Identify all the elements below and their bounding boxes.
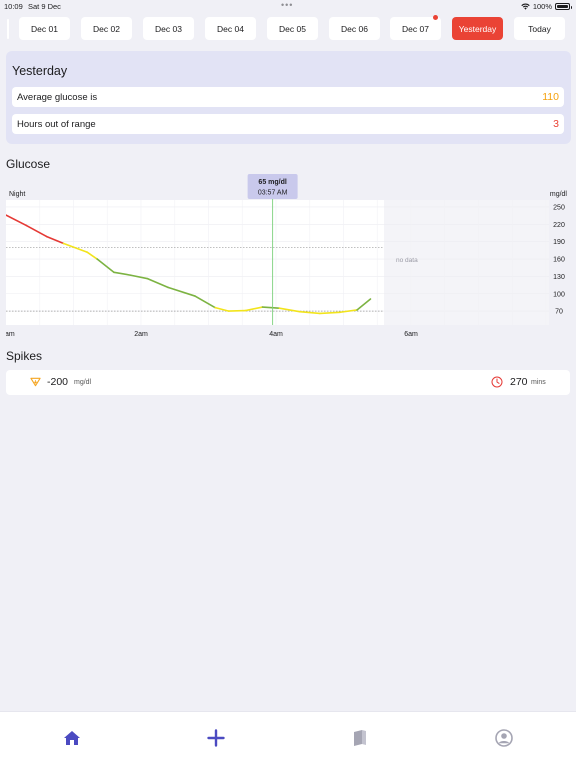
y-tick-label-190: 190 bbox=[553, 239, 565, 246]
date-tab-today[interactable]: Today bbox=[514, 17, 565, 40]
spike-duration: 270 bbox=[510, 376, 528, 388]
battery-percent: 100% bbox=[532, 2, 552, 11]
average-glucose-row: Average glucose is 110 bbox=[12, 87, 564, 107]
chart-background bbox=[6, 200, 549, 325]
tab-home[interactable] bbox=[62, 728, 82, 748]
date-selector: Dec 01 Dec 02 Dec 03 Dec 04 Dec 05 Dec 0… bbox=[0, 15, 576, 41]
tab-add[interactable] bbox=[206, 728, 226, 748]
status-right: 100% bbox=[521, 2, 572, 11]
spike-unit: mg/dl bbox=[74, 379, 92, 386]
tab-profile[interactable] bbox=[494, 728, 514, 748]
hours-out-of-range-value: 3 bbox=[553, 118, 559, 130]
average-glucose-label: Average glucose is bbox=[17, 92, 98, 103]
y-tick-label-250: 250 bbox=[553, 204, 565, 211]
hours-out-of-range-row: Hours out of range 3 bbox=[12, 114, 564, 134]
x-tick-label-1: 2am bbox=[134, 331, 148, 338]
no-data-label: no data bbox=[396, 257, 418, 264]
battery-icon bbox=[555, 3, 572, 10]
home-icon bbox=[64, 731, 80, 745]
y-tick-label-220: 220 bbox=[553, 222, 565, 229]
status-bar: 10:09 Sat 9 Dec ••• 100% bbox=[0, 0, 576, 12]
tab-journal[interactable] bbox=[350, 728, 370, 748]
y-tick-label-70: 70 bbox=[555, 309, 563, 316]
summary-title: Yesterday bbox=[12, 64, 68, 78]
summary-card: Yesterday Average glucose is 110 Hours o… bbox=[6, 51, 571, 144]
glucose-chart[interactable]: no data 250 220 190 160 130 100 70 12am 2am 4am 6am… bbox=[6, 174, 570, 342]
date-tab-dec-01[interactable]: Dec 01 bbox=[19, 17, 70, 40]
multitasking-dots-icon[interactable]: ••• bbox=[281, 0, 293, 10]
x-tick-label-2: 4am bbox=[269, 331, 283, 338]
y-tick-label-130: 130 bbox=[553, 274, 565, 281]
date-tab-dec-06[interactable]: Dec 06 bbox=[329, 17, 380, 40]
tooltip-value: 65 mg/dl bbox=[258, 179, 286, 186]
series-segment bbox=[227, 309, 247, 312]
date-tab-dec-03[interactable]: Dec 03 bbox=[143, 17, 194, 40]
y-tick-label-100: 100 bbox=[553, 291, 565, 298]
clock-icon bbox=[491, 376, 503, 388]
tooltip-time: 03:57 AM bbox=[258, 190, 288, 197]
spikes-section-title: Spikes bbox=[6, 349, 43, 363]
date-tab-dec-02[interactable]: Dec 02 bbox=[81, 17, 132, 40]
notification-dot bbox=[433, 15, 438, 20]
wifi-icon bbox=[521, 3, 530, 10]
x-tick-label-0: 12am bbox=[6, 331, 15, 338]
spike-value: -200 bbox=[47, 376, 69, 388]
status-date: Sat 9 Dec bbox=[28, 2, 61, 11]
date-tab-dec-07[interactable]: Dec 07 bbox=[390, 15, 441, 40]
plus-icon bbox=[207, 729, 225, 747]
spike-duration-unit: mins bbox=[531, 379, 546, 386]
spike-card[interactable]: -200 mg/dl 270 mins bbox=[6, 370, 570, 395]
glucose-section-title: Glucose bbox=[6, 157, 51, 171]
glucose-chart-svg[interactable]: no data 250 220 190 160 130 100 70 12am 2am 4am 6am… bbox=[6, 174, 570, 342]
date-selector-edge bbox=[7, 19, 9, 39]
y-tick-label-160: 160 bbox=[553, 257, 565, 264]
y-axis-unit-label: mg/dl bbox=[550, 191, 568, 198]
date-tab-yesterday[interactable]: Yesterday bbox=[452, 17, 503, 40]
period-label: Night bbox=[9, 191, 25, 198]
hours-out-of-range-label: Hours out of range bbox=[17, 119, 96, 130]
spike-down-icon bbox=[30, 377, 41, 387]
status-time: 10:09 bbox=[4, 2, 23, 11]
tab-bar bbox=[0, 711, 576, 768]
book-icon bbox=[354, 730, 366, 746]
profile-icon bbox=[495, 729, 513, 747]
date-tab-dec-05[interactable]: Dec 05 bbox=[267, 17, 318, 40]
average-glucose-value: 110 bbox=[542, 91, 559, 103]
x-tick-label-3: 6am bbox=[404, 331, 418, 338]
date-tab-dec-04[interactable]: Dec 04 bbox=[205, 17, 256, 40]
